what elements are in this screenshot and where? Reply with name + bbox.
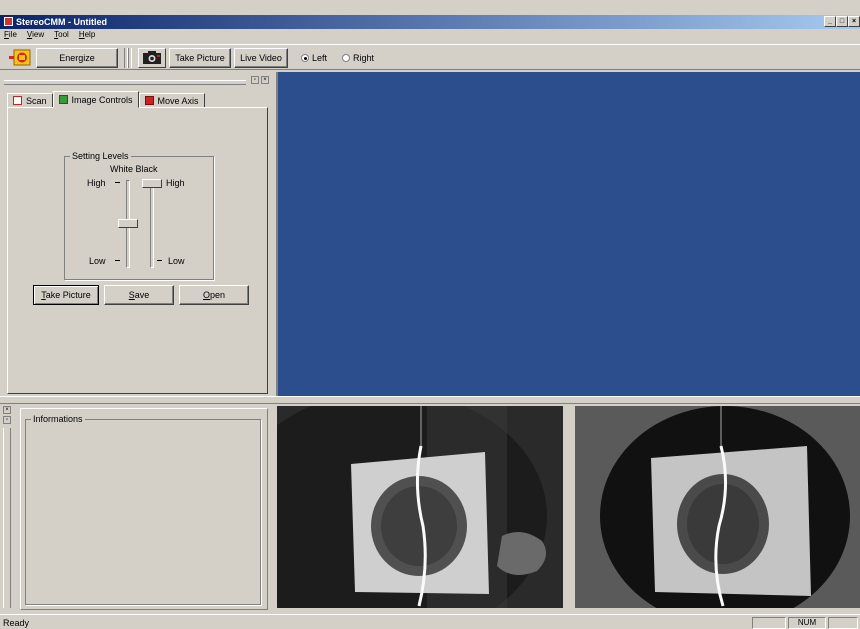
close-button[interactable]: × [848,16,860,27]
low-left-label: Low [89,256,106,266]
tab-scan[interactable]: Scan [7,93,53,108]
scan-icon [13,96,22,105]
menu-tool[interactable]: Tool [54,29,69,41]
application-window: StereoCMM - Untitled _ □ × File View Too… [0,0,860,629]
tick-mark [115,260,120,261]
setting-levels-group: Setting Levels White Black High High Low… [64,151,214,280]
tab-move-axis[interactable]: Move Axis [138,93,205,108]
white-level-thumb[interactable] [118,219,138,228]
right-camera-image[interactable] [575,406,860,608]
radio-left-indicator[interactable] [301,54,309,62]
panel-close-button[interactable]: × [261,76,269,84]
panel-grip[interactable] [4,80,246,85]
info-frame: Informations [20,408,268,610]
radio-left-label: Left [312,53,328,63]
status-text: Ready [3,618,30,628]
status-bar: Ready NUM [0,614,860,629]
white-black-header: White Black [110,164,158,174]
live-video-button[interactable]: Live Video [234,48,288,68]
take-picture-button[interactable]: Take Picture [33,285,99,305]
minimize-button[interactable]: _ [824,16,836,27]
status-panel [828,617,858,629]
tab-content: Setting Levels White Black High High Low… [7,107,268,394]
setting-levels-caption: Setting Levels [70,151,131,161]
menu-help[interactable]: Help [79,29,95,41]
energize-button[interactable]: Energize [36,48,118,68]
image-controls-panel: ▫ × Scan Image Controls Move Axis Settin… [0,72,276,396]
menu-view[interactable]: View [27,29,44,41]
toolbar: Energize Take Picture Live Video Left Ri… [0,44,860,70]
radio-right-label: Right [353,53,375,63]
high-right-label: High [166,178,185,188]
info-grip[interactable] [3,428,11,608]
high-left-label: High [87,178,106,188]
open-button[interactable]: Open [179,285,249,305]
status-panel [752,617,786,629]
radio-right-indicator[interactable] [342,54,350,62]
panel-header: ▫ × [4,76,272,86]
tab-scan-label: Scan [26,95,47,106]
menu-bar: File View Tool Help [0,29,860,41]
num-lock-indicator: NUM [788,617,826,629]
panel-restore-button[interactable]: ▫ [251,76,259,84]
info-close-button[interactable]: × [3,406,11,414]
tab-move-axis-label: Move Axis [157,95,199,106]
toolbar-separator [128,48,132,68]
tick-mark [115,182,120,183]
move-axis-icon [144,96,154,105]
radio-right[interactable]: Right [342,53,374,63]
menu-file[interactable]: File [4,29,17,41]
tab-strip: Scan Image Controls Move Axis [7,91,205,108]
info-dock: × ▫ Informations [0,404,276,612]
save-button[interactable]: Save [104,285,174,305]
tab-image-controls-label: Image Controls [71,94,133,105]
black-level-slider[interactable] [150,180,154,268]
main-view[interactable] [276,72,860,396]
informations-caption: Informations [31,414,85,424]
informations-group: Informations [25,414,261,605]
take-picture-toolbar-button[interactable]: Take Picture [169,48,231,68]
radio-left[interactable]: Left [301,53,327,63]
black-level-thumb[interactable] [142,179,162,188]
tick-mark [157,260,162,261]
horizontal-splitter[interactable] [0,396,860,404]
left-camera-image[interactable] [277,406,563,608]
camera-icon[interactable] [138,48,166,68]
low-right-label: Low [168,256,185,266]
energize-icon[interactable] [8,49,32,67]
maximize-button[interactable]: □ [836,16,848,27]
tab-image-controls[interactable]: Image Controls [52,91,139,108]
info-restore-button[interactable]: ▫ [3,416,11,424]
window-title: StereoCMM - Untitled [16,17,107,27]
image-controls-icon [58,95,68,104]
app-icon [4,17,13,26]
title-bar[interactable]: StereoCMM - Untitled _ □ × [0,15,860,29]
